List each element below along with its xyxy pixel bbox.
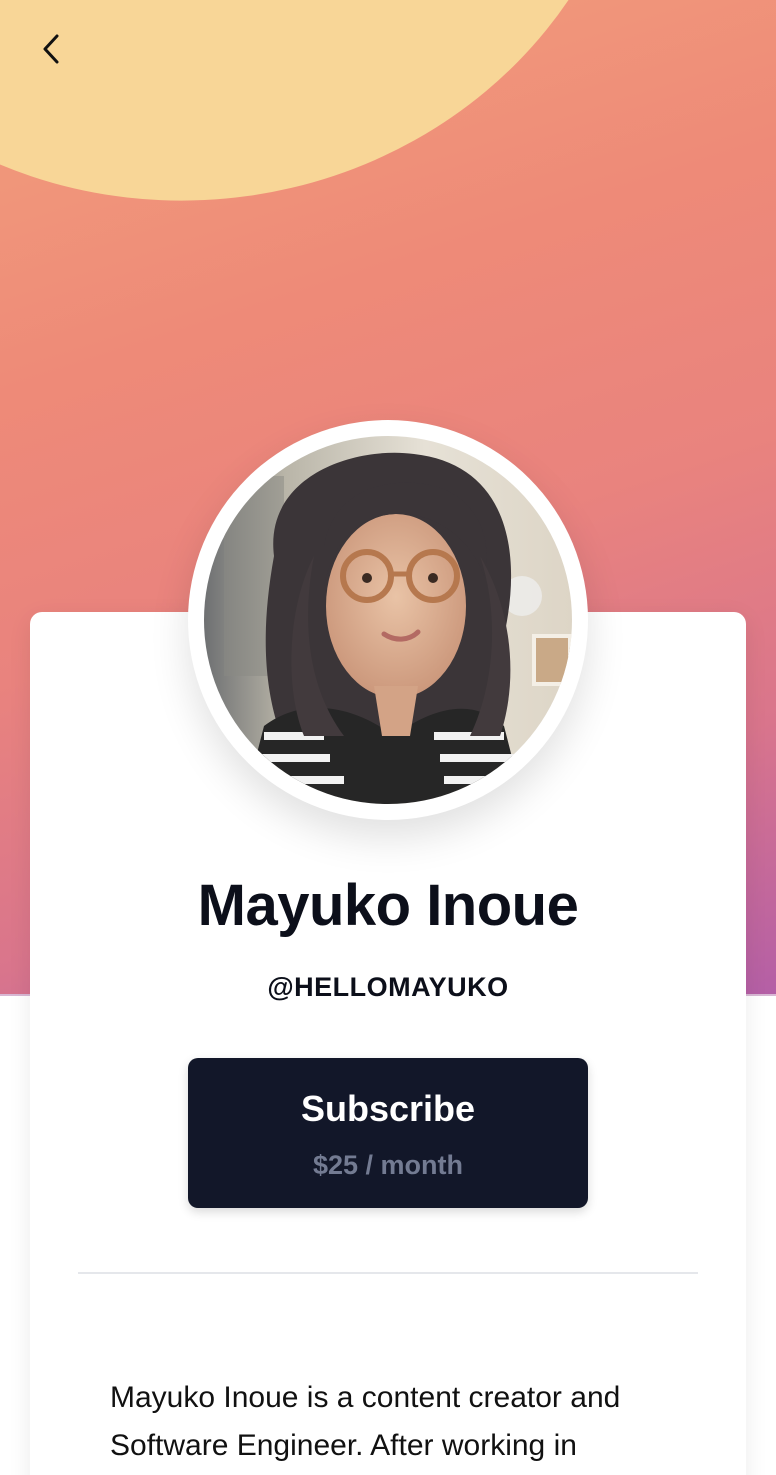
- profile-bio: Mayuko Inoue is a content creator and So…: [110, 1381, 621, 1462]
- avatar: [204, 436, 572, 804]
- divider: [78, 1272, 698, 1274]
- profile-name: Mayuko Inoue: [197, 873, 579, 938]
- chevron-left-icon: [40, 32, 62, 71]
- profile-handle: @HELLOMAYUKO: [267, 972, 509, 1002]
- hero-swoosh-decoration: [0, 0, 695, 259]
- avatar-photo: [204, 436, 572, 804]
- back-button[interactable]: [26, 26, 76, 76]
- profile-page: Mayuko Inoue @HELLOMAYUKO Subscribe $25 …: [0, 0, 776, 1475]
- subscribe-price: $25 / month: [312, 1150, 464, 1180]
- subscribe-button[interactable]: Subscribe $25 / month: [188, 1058, 588, 1208]
- subscribe-button-label: Subscribe: [300, 1088, 476, 1129]
- avatar-frame: [188, 420, 588, 820]
